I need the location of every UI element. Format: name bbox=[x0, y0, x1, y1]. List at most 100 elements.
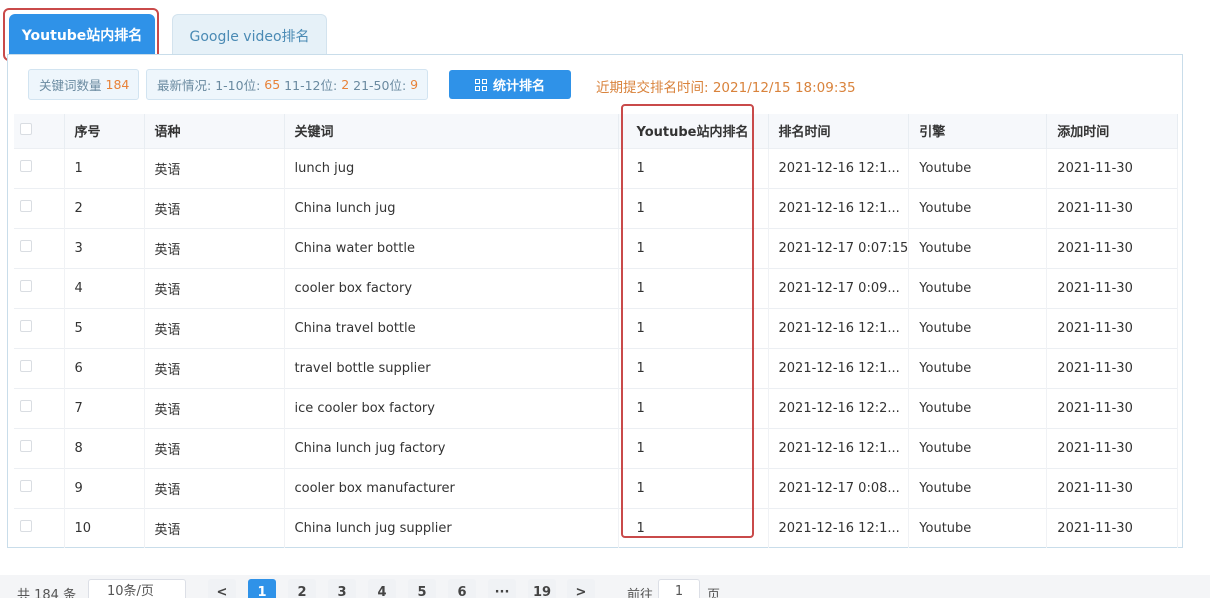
cell-engine: Youtube bbox=[908, 347, 1048, 388]
cell-added-time: 2021-11-30 bbox=[1046, 147, 1178, 188]
cell-language: 英语 bbox=[144, 387, 285, 428]
cell-language: 英语 bbox=[144, 147, 285, 188]
row-checkbox[interactable] bbox=[20, 480, 32, 492]
cell-keyword: China lunch jug bbox=[284, 187, 619, 228]
cell-rank-time: 2021-12-16 12:1... bbox=[768, 507, 910, 548]
tab-google-video-ranking[interactable]: Google video排名 bbox=[172, 14, 327, 56]
cell-keyword: China lunch jug supplier bbox=[284, 507, 619, 548]
cell-engine: Youtube bbox=[908, 267, 1048, 308]
next-page-button[interactable]: > bbox=[567, 579, 595, 598]
pagination-total: 共 184 条 bbox=[17, 588, 77, 598]
cell-rank-time: 2021-12-16 12:1... bbox=[768, 187, 910, 228]
cell-select[interactable] bbox=[14, 187, 65, 228]
pagination-more[interactable]: ··· bbox=[488, 579, 516, 598]
cell-rank-time: 2021-12-16 12:1... bbox=[768, 147, 910, 188]
cell-select[interactable] bbox=[14, 267, 65, 308]
cell-engine: Youtube bbox=[908, 507, 1048, 548]
cell-rank-time: 2021-12-16 12:1... bbox=[768, 347, 910, 388]
range1-label: 1-10位: bbox=[215, 78, 261, 93]
cell-rank-time: 2021-12-16 12:2... bbox=[768, 387, 910, 428]
goto-page-input[interactable]: 1 bbox=[658, 579, 700, 598]
select-all-checkbox[interactable] bbox=[20, 122, 32, 135]
cell-no: 3 bbox=[64, 227, 145, 268]
ranking-table: 序号 语种 关键词 Youtube站内排名 排名时间 引擎 添加时间 1 英语 lu… bbox=[14, 114, 1178, 548]
cell-keyword: lunch jug bbox=[284, 147, 619, 188]
cell-added-time: 2021-11-30 bbox=[1046, 387, 1178, 428]
cell-no: 4 bbox=[64, 267, 145, 308]
cell-select[interactable] bbox=[14, 387, 65, 428]
page-button[interactable]: 4 bbox=[368, 579, 396, 598]
cell-select[interactable] bbox=[14, 467, 65, 508]
header-select-all[interactable] bbox=[14, 114, 65, 148]
table-row: 1 英语 lunch jug 1 2021-12-16 12:1... Youtube 20… bbox=[14, 147, 1178, 188]
range1-value: 65 bbox=[264, 77, 281, 92]
goto-label: 前往 bbox=[627, 588, 654, 598]
latest-status-badge: 最新情况: 1-10位: 65 11-12位: 2 21-50位: 9 bbox=[146, 69, 428, 100]
cell-select[interactable] bbox=[14, 347, 65, 388]
range3-label: 21-50位: bbox=[353, 78, 407, 93]
row-checkbox[interactable] bbox=[20, 160, 32, 172]
cell-engine: Youtube bbox=[908, 227, 1048, 268]
prev-page-button[interactable]: < bbox=[208, 579, 236, 598]
keyword-count-label: 关键词数量 bbox=[39, 78, 102, 93]
header-engine: 引擎 bbox=[908, 114, 1048, 148]
table-row: 4 英语 cooler box factory 1 2021-12-17 0:09...… bbox=[14, 267, 1178, 308]
table-row: 3 英语 China water bottle 1 2021-12-17 0:07:15… bbox=[14, 227, 1178, 268]
cell-language: 英语 bbox=[144, 507, 285, 548]
cell-rank-time: 2021-12-17 0:08... bbox=[768, 467, 910, 508]
table-row: 9 英语 cooler box manufacturer 1 2021-12-17 0:… bbox=[14, 467, 1178, 508]
table-row: 2 英语 China lunch jug 1 2021-12-16 12:1... You… bbox=[14, 187, 1178, 228]
cell-added-time: 2021-11-30 bbox=[1046, 467, 1178, 508]
row-checkbox[interactable] bbox=[20, 320, 32, 332]
cell-language: 英语 bbox=[144, 467, 285, 508]
recent-submit-time: 近期提交排名时间: 2021/12/15 18:09:35 bbox=[596, 80, 856, 96]
page-button[interactable]: 3 bbox=[328, 579, 356, 598]
page-button[interactable]: 6 bbox=[448, 579, 476, 598]
page-size-select[interactable]: 10条/页 bbox=[88, 579, 186, 598]
cell-no: 1 bbox=[64, 147, 145, 188]
header-keyword: 关键词 bbox=[284, 114, 619, 148]
cell-engine: Youtube bbox=[908, 307, 1048, 348]
page-button[interactable]: 2 bbox=[288, 579, 316, 598]
row-checkbox[interactable] bbox=[20, 280, 32, 292]
cell-no: 7 bbox=[64, 387, 145, 428]
cell-select[interactable] bbox=[14, 227, 65, 268]
header-added-time: 添加时间 bbox=[1046, 114, 1178, 148]
header-language: 语种 bbox=[144, 114, 285, 148]
cell-select[interactable] bbox=[14, 307, 65, 348]
row-checkbox[interactable] bbox=[20, 240, 32, 252]
row-checkbox[interactable] bbox=[20, 440, 32, 452]
rank-column-highlight bbox=[621, 104, 754, 538]
table-header-row: 序号 语种 关键词 Youtube站内排名 排名时间 引擎 添加时间 bbox=[14, 114, 1178, 148]
cell-select[interactable] bbox=[14, 507, 65, 548]
range2-value: 2 bbox=[341, 77, 350, 92]
cell-select[interactable] bbox=[14, 147, 65, 188]
page-button[interactable]: 5 bbox=[408, 579, 436, 598]
keyword-count-value: 184 bbox=[105, 77, 130, 92]
page-button[interactable]: 1 bbox=[248, 579, 276, 598]
row-checkbox[interactable] bbox=[20, 360, 32, 372]
cell-added-time: 2021-11-30 bbox=[1046, 427, 1178, 468]
cell-engine: Youtube bbox=[908, 467, 1048, 508]
cell-no: 10 bbox=[64, 507, 145, 548]
cell-added-time: 2021-11-30 bbox=[1046, 507, 1178, 548]
cell-added-time: 2021-11-30 bbox=[1046, 267, 1178, 308]
cell-language: 英语 bbox=[144, 427, 285, 468]
header-no: 序号 bbox=[64, 114, 145, 148]
page-button[interactable]: 19 bbox=[528, 579, 556, 598]
row-checkbox[interactable] bbox=[20, 200, 32, 212]
cell-engine: Youtube bbox=[908, 387, 1048, 428]
cell-select[interactable] bbox=[14, 427, 65, 468]
grid-icon bbox=[474, 78, 487, 91]
table-row: 10 英语 China lunch jug supplier 1 2021-12-16 … bbox=[14, 507, 1178, 548]
cell-added-time: 2021-11-30 bbox=[1046, 347, 1178, 388]
stat-ranking-button[interactable]: 统计排名 bbox=[449, 70, 571, 99]
row-checkbox[interactable] bbox=[20, 520, 32, 533]
table-row: 5 英语 China travel bottle 1 2021-12-16 12:1..… bbox=[14, 307, 1178, 348]
table-row: 6 英语 travel bottle supplier 1 2021-12-16 12:… bbox=[14, 347, 1178, 388]
cell-added-time: 2021-11-30 bbox=[1046, 187, 1178, 228]
cell-engine: Youtube bbox=[908, 427, 1048, 468]
cell-engine: Youtube bbox=[908, 147, 1048, 188]
row-checkbox[interactable] bbox=[20, 400, 32, 412]
cell-language: 英语 bbox=[144, 227, 285, 268]
